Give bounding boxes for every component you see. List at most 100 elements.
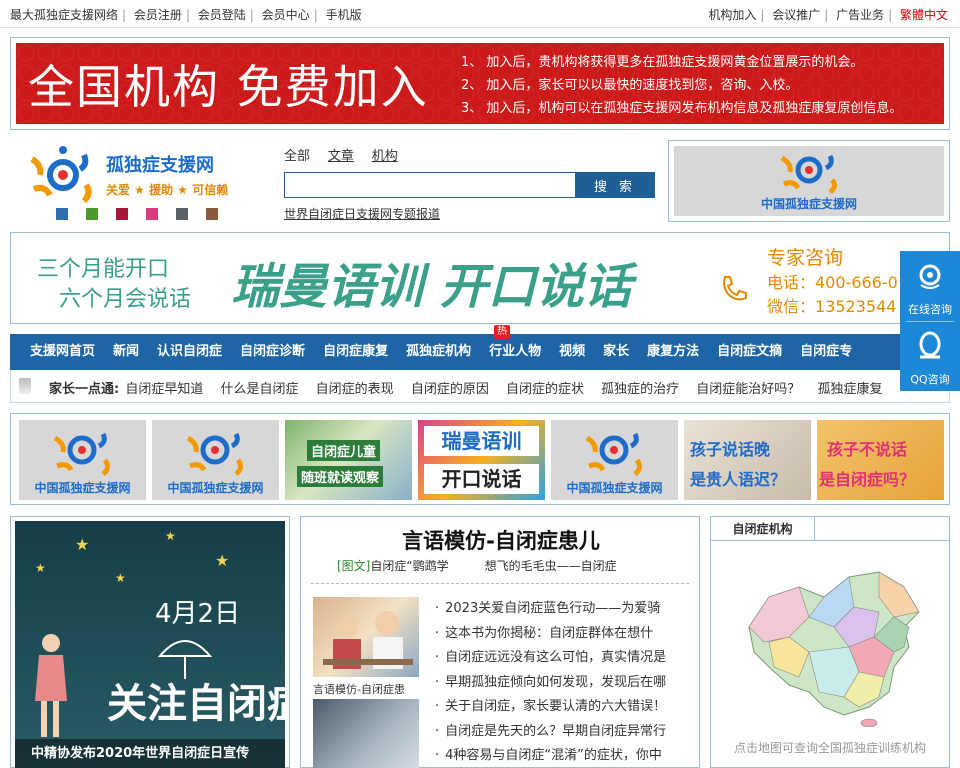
logo-tile[interactable]: 中国孤独症支援网 [152,420,279,500]
search-button[interactable]: 搜 索 [575,172,655,198]
hot-badge: 热 [494,325,510,339]
top-link-register[interactable]: 会员注册 [134,8,182,22]
poster-caption[interactable]: 中精协发布2020年世界自闭症日宣传 [15,739,285,768]
ad-brand: 瑞曼语训 开口说话 [231,259,632,315]
news-item[interactable]: 4种容易与自闭症“混淆”的症状，你中 [435,744,685,768]
search-tabs: 全部 文章 机构 [284,145,664,164]
nav-parents[interactable]: 家长 [599,334,633,370]
search-tab-all[interactable]: 全部 [284,149,310,164]
right-logo-ad[interactable]: 中国孤独症支援网 [668,140,950,222]
news-item[interactable]: 2023关爱自闭症蓝色行动——为爱骑 [435,597,685,622]
search-tab-institutions[interactable]: 机构 [372,149,398,164]
nav-methods[interactable]: 康复方法 [643,334,703,370]
image-ad-row: 中国孤独症支援网 中国孤独症支援网 自闭症儿童 随班就读观察 瑞曼语训 开口说话… [10,413,950,505]
subnav-item[interactable]: 自闭症早知道 [125,382,203,397]
autism-day-special-link[interactable]: 世界自闭症日支援网专题报道 [284,205,440,222]
theme-swatch-brown[interactable] [206,208,218,220]
subnav-item[interactable]: 自闭症的症状 [506,382,584,397]
late-talker-tile[interactable]: 孩子说话晚 是贵人语迟？ [684,420,811,500]
online-consult-label: 在线咨询 [908,303,952,316]
top-link-login[interactable]: 会员登陆 [198,8,246,22]
top-link-home[interactable]: 最大孤独症支援网络 [10,8,118,22]
news-item[interactable]: 关于自闭症，家长要认清的六大错误！ [435,695,685,720]
logo-icon [30,146,92,204]
top-bar: 最大孤独症支援网络 | 会员注册 | 会员登陆 | 会员中心 | 手机版 机构加入 | 会… [0,0,960,28]
subnav-item[interactable]: 自闭症的原因 [411,382,489,397]
search-tab-articles[interactable]: 文章 [328,149,354,164]
news-item[interactable]: 早期孤独症倾向如何发现，发现后在哪 [435,671,685,696]
news-thumbnail[interactable] [313,699,419,768]
headline[interactable]: 言语模仿-自闭症患儿 [301,525,701,555]
news-item[interactable]: 自闭症是先天的么？早期自闭症异常行 [435,720,685,745]
logo-icon [780,154,838,194]
subnav-item[interactable]: 自闭症的表现 [316,382,394,397]
subnav-item[interactable]: 孤独症康复 [817,382,882,397]
speech-training-ad[interactable]: 三个月能开口 六个月会说话 瑞曼语训 开口说话 专家咨询 电话：400-666-… [10,232,950,324]
news-item[interactable]: 这本书为你揭秘：自闭症群体在想什 [435,622,685,647]
theme-swatch-green[interactable] [86,208,98,220]
top-link-join[interactable]: 机构加入 [708,8,756,22]
child-figure-icon [35,634,67,737]
theme-swatch-crimson[interactable] [116,208,128,220]
online-consult-button[interactable]: 在线咨询 [900,251,960,321]
star-icon: ★ [35,561,46,575]
site-logo[interactable]: 孤独症支援网 关爱 ★ 援助 ★ 可信赖 [28,145,258,225]
nav-rehab[interactable]: 自闭症康复 [319,334,392,370]
logo-icon [585,432,643,476]
nav-home[interactable]: 支援网首页 [26,334,99,370]
not-talking-tile[interactable]: 孩子不说话 是自闭症吗？ [817,420,944,500]
phone-icon [723,276,747,301]
speech-training-tile[interactable]: 瑞曼语训 开口说话 [418,420,545,500]
logo-tile[interactable]: 中国孤独症支援网 [551,420,678,500]
nav-digest[interactable]: 自闭症文摘 [713,334,786,370]
nav-diagnosis[interactable]: 自闭症诊断 [236,334,309,370]
logo-title: 孤独症支援网 [106,155,214,176]
subnav-item[interactable]: 什么是自闭症 [221,382,299,397]
news-thumbnail[interactable] [313,597,419,677]
search-input[interactable] [284,172,576,198]
traditional-chinese-link[interactable]: 繁體中文 [900,8,948,22]
nav-topics[interactable]: 自闭症专 [796,334,856,370]
subnav-item[interactable]: 自闭症能治好吗？ [696,382,800,397]
nav-news[interactable]: 新闻 [109,334,143,370]
tile-text-2: 随班就读观察 [297,466,384,487]
star-icon: ★ [115,571,126,585]
top-link-member-center[interactable]: 会员中心 [262,8,310,22]
panel-title[interactable]: 自闭症机构 [711,517,815,541]
inclusion-observation-tile[interactable]: 自闭症儿童 随班就读观察 [285,420,412,500]
qq-consult-button[interactable]: QQ咨询 [900,321,960,391]
news-item[interactable]: 自闭症远远没有这么可怕，真实情况是 [435,646,685,671]
autism-day-poster-box[interactable]: ★ ★ ★ ★ ★ 4月2日 关注自闭症 中精协发布2020年世界自闭症日宣传 [10,516,290,768]
top-link-mobile[interactable]: 手机版 [326,8,362,22]
thumbnail-caption[interactable]: 言语模仿-自闭症患 [313,681,405,697]
subline-link[interactable]: 想飞的毛毛虫——自闭症 [485,559,617,573]
nav-video[interactable]: 视频 [555,334,589,370]
logo-caption: 中国孤独症支援网 [760,197,857,211]
subline-link[interactable]: 自闭症“鹦鹉学 [370,559,448,573]
nav-people[interactable]: 行业人物 [485,334,545,370]
tile-text-1: 孩子说话晚 [690,440,771,459]
logo-tile[interactable]: 中国孤独症支援网 [19,420,146,500]
nav-know-autism[interactable]: 认识自闭症 [153,334,226,370]
benefit-item: 2、 加入后，家长可以以最快的速度找到您，咨询、入校。 [461,78,799,93]
tile-caption: 中国孤独症支援网 [566,481,663,495]
map-hint[interactable]: 点击地图可查询全国孤独症训练机构 [711,739,949,756]
top-link-meeting[interactable]: 会议推广 [772,8,820,22]
theme-swatch-pink[interactable] [146,208,158,220]
ad-wechat: 微信：13523544 [767,297,897,316]
join-banner[interactable]: 全国机构 免费加入 1、 加入后，贵机构将获得更多在孤独症支援网黄金位置展示的机… [10,37,950,130]
china-map[interactable] [729,557,929,727]
ad-line-1: 三个月能开口 [37,257,170,282]
tile-text-2: 开口说话 [424,464,539,494]
ad-expert-label: 专家咨询 [767,247,844,269]
star-icon: ★ [165,529,176,543]
theme-swatch-blue[interactable] [56,208,68,220]
top-link-ads[interactable]: 广告业务 [836,8,884,22]
subnav-item[interactable]: 孤独症的治疗 [601,382,679,397]
nav-institutions[interactable]: 孤独症机构 [402,334,475,370]
institution-map-panel: 自闭症机构 点击地图可查询全国孤独症训练机构 [710,516,950,768]
theme-swatch-gray[interactable] [176,208,188,220]
sub-nav: 家长一点通: 自闭症早知道 什么是自闭症 自闭症的表现 自闭症的原因 自闭症的症… [10,370,950,403]
divider [311,583,689,584]
logo-image: 中国孤独症支援网 [674,146,944,216]
